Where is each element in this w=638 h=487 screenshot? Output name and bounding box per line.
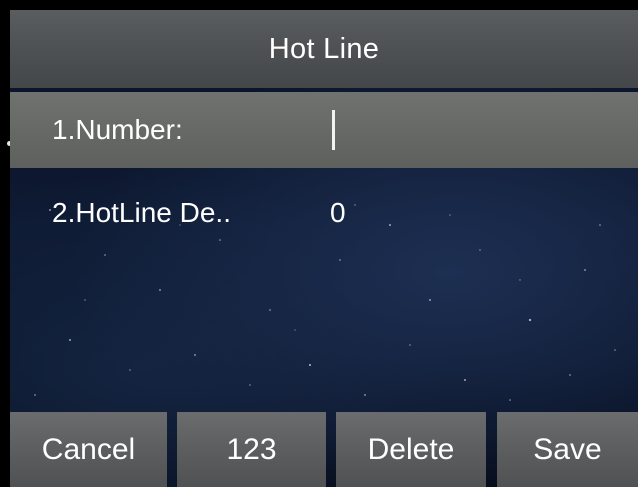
field-row-hotline-delay[interactable]: 2.HotLine De.. 0 (10, 175, 638, 251)
phone-screen: Hot Line 1.Number: 2.HotLine De.. 0 Canc… (10, 10, 638, 487)
input-mode-button[interactable]: 123 (177, 412, 326, 487)
field-label-hotline-delay: 2.HotLine De.. (52, 197, 231, 228)
cancel-button[interactable]: Cancel (10, 412, 167, 487)
delete-button[interactable]: Delete (336, 412, 486, 487)
page-title: Hot Line (268, 32, 380, 65)
field-label-number: 1.Number: (52, 114, 183, 145)
title-bar: Hot Line (10, 10, 638, 88)
softkey-bar: Cancel 123 Delete Save (10, 412, 638, 487)
save-button[interactable]: Save (497, 412, 638, 487)
hotline-delay-input[interactable]: 0 (330, 175, 346, 251)
field-row-number[interactable]: 1.Number: (10, 92, 638, 168)
text-cursor (332, 110, 335, 150)
